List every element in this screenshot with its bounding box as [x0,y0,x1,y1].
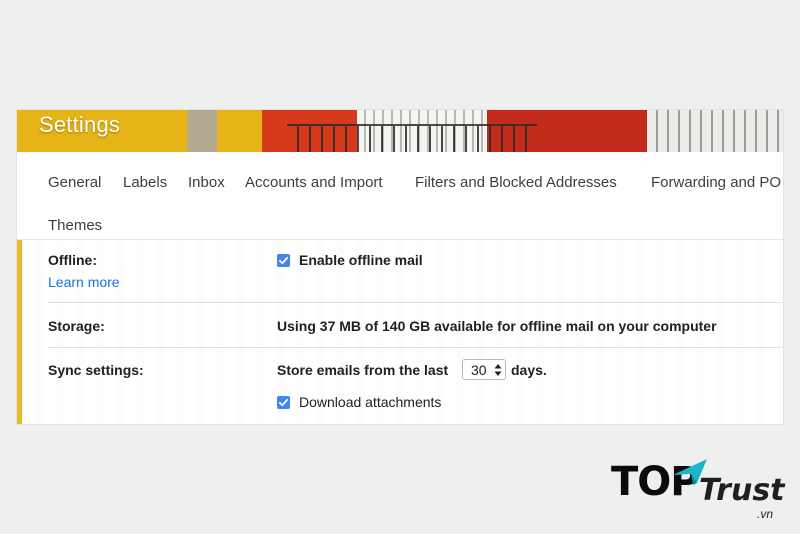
tab-labels[interactable]: Labels [123,174,167,191]
sync-settings-label: Sync settings: [48,362,144,378]
enable-offline-checkbox[interactable] [277,254,290,267]
banner-railing [287,124,537,152]
tab-general[interactable]: General [48,174,101,191]
logo-trust-text: Trust [699,473,785,508]
storage-label: Storage: [48,318,105,334]
tab-accounts-and-import[interactable]: Accounts and Import [245,174,383,191]
sync-prefix-text: Store emails from the last [277,362,449,378]
row-divider [48,347,783,348]
tab-filters-and-blocked-addresses[interactable]: Filters and Blocked Addresses [415,174,617,191]
sync-days-select[interactable]: 30 [462,359,506,380]
checkmark-icon [278,256,289,265]
select-arrows-icon [494,364,502,376]
storage-usage-text: Using 37 MB of 140 GB available for offl… [277,318,717,334]
logo-domain-text: .vn [757,507,774,521]
row-divider [48,302,783,303]
offline-label: Offline: [48,252,97,268]
enable-offline-label: Enable offline mail [299,252,423,268]
page-title: Settings [39,112,121,137]
gmail-settings-screenshot: Settings General Labels Inbox Accounts a… [17,110,783,424]
tab-forwarding-and-pop[interactable]: Forwarding and PO [651,174,781,191]
sync-days-value: 30 [471,362,487,378]
tab-themes[interactable]: Themes [48,217,102,234]
tabs-divider [17,239,783,240]
theme-banner: Settings [17,110,783,152]
tab-inbox[interactable]: Inbox [188,174,225,191]
learn-more-link[interactable]: Learn more [48,274,120,290]
sync-suffix-text: days. [511,362,547,378]
settings-tabs: General Labels Inbox Accounts and Import… [17,152,783,240]
banner-wall-section [187,110,217,152]
banner-shutters-2 [647,110,783,152]
toptrust-logo: TOP Trust .vn [611,457,791,525]
checkmark-icon [278,398,289,407]
download-attachments-checkbox[interactable] [277,396,290,409]
download-attachments-label: Download attachments [299,394,442,410]
